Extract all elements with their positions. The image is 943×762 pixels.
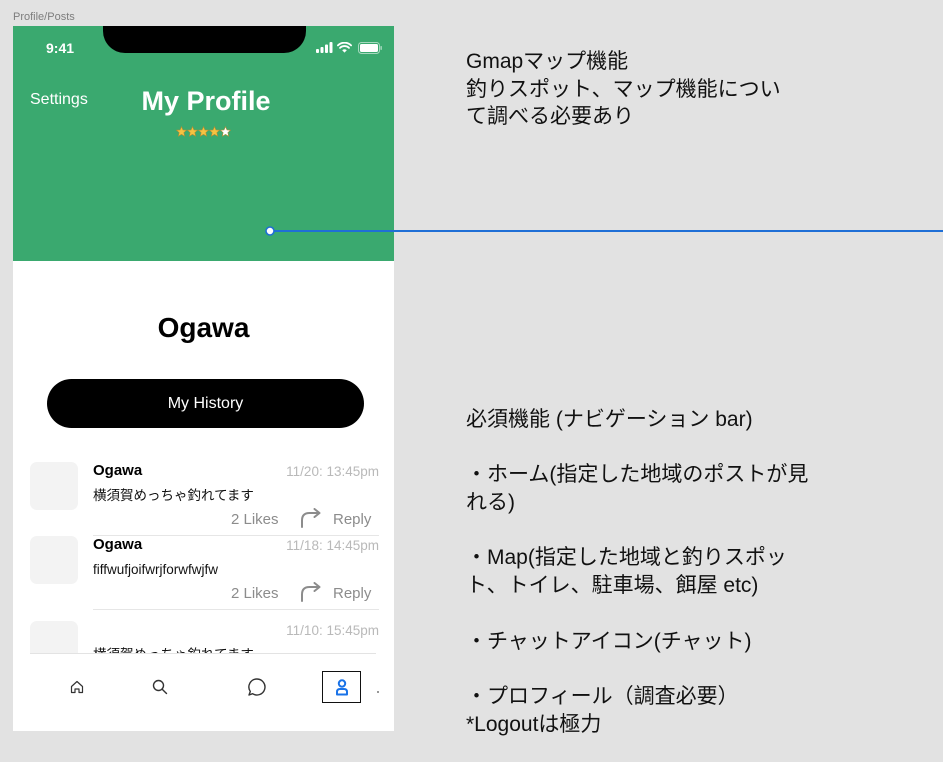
likes-button[interactable]: 2 Likes xyxy=(231,585,279,603)
note-heading: 必須機能 (ナビゲーション bar) xyxy=(466,408,753,431)
note-gmap: Gmapマップ機能 釣りスポット、マップ機能につい て調べる必要あり xyxy=(466,48,781,131)
note-line: Gmapマップ機能 xyxy=(466,50,629,73)
star-icon xyxy=(209,126,220,137)
note-item-profile: ・プロフィール（調査必要） *Logoutは極力 xyxy=(466,683,808,738)
note-requirements: 必須機能 (ナビゲーション bar) ・ホーム(指定した地域のポストが見 れる)… xyxy=(466,406,808,738)
reply-button[interactable]: Reply xyxy=(333,585,371,603)
profile-icon xyxy=(335,678,348,695)
device-notch xyxy=(103,26,306,53)
reply-icon[interactable] xyxy=(300,582,322,602)
phone-frame: 9:41 Settings My Profile Ogawa My Histor… xyxy=(13,26,394,731)
my-history-button[interactable]: My History xyxy=(47,379,364,428)
star-icon xyxy=(198,126,209,137)
wifi-icon xyxy=(337,42,352,53)
post-author: Ogawa xyxy=(93,536,143,553)
bottom-nav xyxy=(13,653,394,731)
star-icon xyxy=(187,126,198,137)
avatar xyxy=(30,462,78,510)
note-line: 釣りスポット、マップ機能につい xyxy=(466,77,781,101)
post-timestamp: 11/20: 13:45pm xyxy=(286,464,379,479)
status-time: 9:41 xyxy=(46,40,75,56)
star-icon xyxy=(176,126,187,137)
profile-username: Ogawa xyxy=(157,312,250,343)
signal-icon xyxy=(316,42,333,53)
reply-button[interactable]: Reply xyxy=(333,511,371,529)
note-line: ・ホーム(指定した地域のポストが見 xyxy=(466,463,809,487)
post-text: fiffwufjoifwrjforwfwjfw xyxy=(93,562,219,577)
note-line: ト、トイレ、駐車場、餌屋 etc) xyxy=(466,574,759,598)
post-item: Ogawa 11/20: 13:45pm 横須賀めっちゃ釣れてます 2 Like… xyxy=(13,462,394,536)
frame-label[interactable]: Profile/Posts xyxy=(13,11,75,24)
search-icon xyxy=(152,679,168,695)
post-author: Ogawa xyxy=(93,462,143,479)
rating-stars xyxy=(176,126,232,138)
post-timestamp: 11/18: 14:45pm xyxy=(286,538,379,553)
note-item-chat: ・チャットアイコン(チャット) xyxy=(466,628,808,656)
chat-icon xyxy=(248,678,266,696)
profile-header: 9:41 Settings My Profile xyxy=(13,26,394,261)
reply-icon[interactable] xyxy=(300,508,322,528)
battery-icon xyxy=(358,42,382,54)
nav-home[interactable] xyxy=(63,671,91,703)
note-line: れる) xyxy=(466,491,515,515)
likes-button[interactable]: 2 Likes xyxy=(231,511,279,529)
connector-handle[interactable] xyxy=(265,226,275,236)
nav-profile[interactable] xyxy=(322,671,361,703)
note-line: て調べる必要あり xyxy=(466,105,634,128)
post-timestamp: 11/10: 15:45pm xyxy=(286,623,379,638)
post-item: Ogawa 11/18: 14:45pm fiffwufjoifwrjforwf… xyxy=(13,536,394,610)
page-title: My Profile xyxy=(141,86,271,116)
star-icon xyxy=(220,126,231,137)
note-line: ・チャットアイコン(チャット) xyxy=(466,629,752,653)
nav-divider xyxy=(30,653,376,654)
note-item-map: ・Map(指定した地域と釣りスポッ ト、トイレ、駐車場、餌屋 etc) xyxy=(466,544,808,599)
nav-search[interactable] xyxy=(146,671,174,703)
note-item-home: ・ホーム(指定した地域のポストが見 れる) xyxy=(466,461,808,516)
nav-dot xyxy=(377,691,379,693)
nav-chat[interactable] xyxy=(241,671,273,703)
note-line: ・Map(指定した地域と釣りスポッ xyxy=(466,546,787,570)
avatar xyxy=(30,536,78,584)
post-text: 横須賀めっちゃ釣れてます xyxy=(93,488,254,503)
note-line: ・プロフィール（調査必要） xyxy=(466,684,739,708)
post-divider xyxy=(93,609,379,610)
note-line: *Logoutは極力 xyxy=(466,712,602,736)
home-icon xyxy=(70,680,84,694)
